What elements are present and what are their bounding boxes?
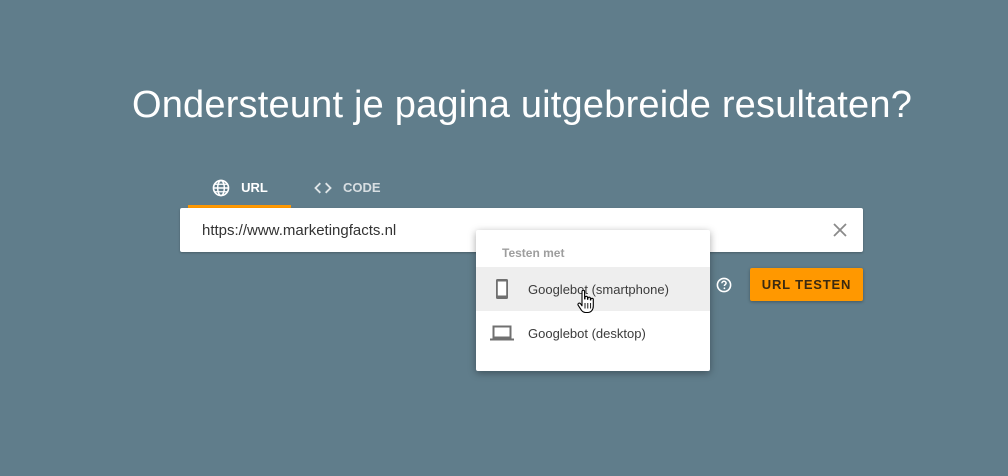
close-icon[interactable] xyxy=(831,221,849,239)
help-icon[interactable] xyxy=(716,277,732,293)
input-mode-tabs: URL CODE xyxy=(188,170,381,208)
menu-item-desktop-label: Googlebot (desktop) xyxy=(528,325,646,341)
menu-item-desktop[interactable]: Googlebot (desktop) xyxy=(476,311,710,355)
menu-header: Testen met xyxy=(502,246,565,260)
tab-url[interactable]: URL xyxy=(188,170,291,208)
tab-code-label: CODE xyxy=(343,180,381,195)
tab-url-label: URL xyxy=(241,180,268,195)
menu-item-smartphone-label: Googlebot (smartphone) xyxy=(528,281,669,297)
page-headline: Ondersteunt je pagina uitgebreide result… xyxy=(131,84,913,126)
test-url-button[interactable]: URL TESTEN xyxy=(750,268,863,301)
laptop-icon xyxy=(476,325,528,341)
menu-item-smartphone[interactable]: Googlebot (smartphone) xyxy=(476,267,710,311)
tab-code[interactable]: CODE xyxy=(291,170,381,205)
test-with-menu: Testen met Googlebot (smartphone) Google… xyxy=(476,230,710,371)
smartphone-icon xyxy=(476,278,528,300)
globe-icon xyxy=(211,178,231,198)
code-icon xyxy=(313,178,333,198)
